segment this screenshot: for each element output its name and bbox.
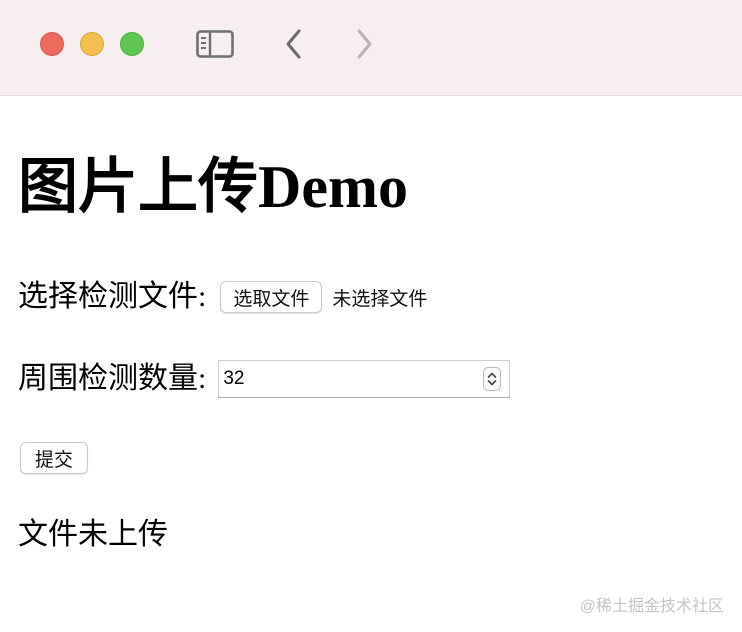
page-content: 图片上传Demo 选择检测文件: 选取文件 未选择文件 周围检测数量: 提交 文… xyxy=(0,97,742,632)
count-number-field[interactable] xyxy=(218,360,511,398)
file-select-row: 选择检测文件: 选取文件 未选择文件 xyxy=(18,277,427,317)
zoom-window-button[interactable] xyxy=(120,32,144,56)
close-window-button[interactable] xyxy=(40,32,64,56)
chevron-left-icon xyxy=(286,29,301,59)
back-button[interactable] xyxy=(274,26,314,62)
count-row: 周围检测数量: xyxy=(18,359,511,399)
upload-status-text: 文件未上传 xyxy=(18,518,168,551)
file-select-label: 选择检测文件: xyxy=(18,280,207,313)
sidebar-toggle-button[interactable] xyxy=(195,26,235,62)
watermark: @稀土掘金技术社区 xyxy=(579,598,724,615)
forward-button[interactable] xyxy=(344,26,384,62)
file-status-text: 未选择文件 xyxy=(332,288,428,310)
count-label: 周围检测数量: xyxy=(18,362,207,395)
stepper-arrows-icon xyxy=(488,372,497,386)
minimize-window-button[interactable] xyxy=(80,32,104,56)
submit-button[interactable]: 提交 xyxy=(20,442,89,474)
choose-file-button[interactable]: 选取文件 xyxy=(220,281,323,313)
sidebar-toggle-icon xyxy=(196,30,234,58)
page-title: 图片上传Demo xyxy=(18,154,408,220)
browser-titlebar xyxy=(0,0,742,96)
chevron-right-icon xyxy=(357,29,372,59)
count-stepper[interactable] xyxy=(483,367,502,391)
count-input[interactable] xyxy=(219,361,476,397)
